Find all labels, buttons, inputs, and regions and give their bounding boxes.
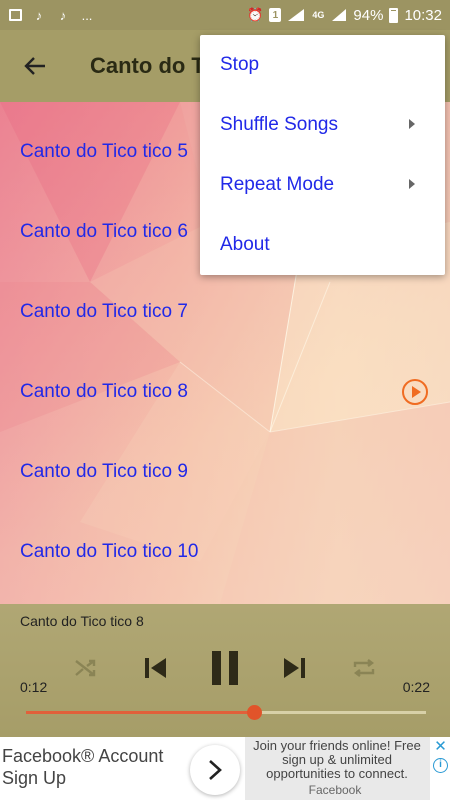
song-title: Canto do Tico tico 5 [20, 141, 188, 162]
shuffle-icon [75, 659, 96, 677]
seek-progress [26, 711, 254, 714]
menu-item-label: About [220, 234, 270, 255]
submenu-arrow-icon [409, 119, 415, 129]
now-playing-title: Canto do Tico tico 8 [20, 613, 144, 629]
network-type: 4G [312, 10, 325, 20]
menu-item-label: Stop [220, 54, 260, 75]
signal-icon [331, 7, 347, 23]
song-item[interactable]: Canto do Tico tico 10 [0, 512, 450, 592]
music-note-icon: ♪ [59, 7, 67, 23]
menu-item-label: Repeat Mode [220, 174, 335, 195]
song-title: Canto do Tico tico 6 [20, 221, 188, 242]
ad-open-button[interactable] [190, 745, 240, 795]
music-note-icon: ♪ [35, 7, 43, 23]
battery-icon [389, 7, 399, 23]
ad-brand: Facebook [308, 783, 362, 797]
ad-headline: Facebook® Account Sign Up [2, 746, 164, 788]
menu-item-label: Shuffle Songs [220, 114, 338, 135]
alarm-icon: ⏰ [247, 7, 264, 22]
song-item[interactable]: Canto do Tico tico 9 [0, 432, 450, 512]
repeat-icon [353, 659, 375, 677]
song-title: Canto do Tico tico 9 [20, 461, 188, 482]
skip-previous-icon [145, 658, 166, 678]
back-button[interactable] [0, 30, 70, 102]
ad-banner[interactable]: Facebook® Account Sign Up Join your frie… [0, 737, 450, 800]
song-item-playing[interactable]: Canto do Tico tico 8 [0, 352, 450, 432]
signal-icon [287, 7, 305, 23]
chevron-right-icon [209, 760, 222, 780]
player-panel: Canto do Tico tico 8 0:12 0:22 [0, 604, 450, 737]
image-icon [8, 7, 22, 23]
elapsed-time: 0:12 [20, 679, 48, 695]
seek-thumb[interactable] [247, 705, 262, 720]
menu-item-repeat-mode[interactable]: Repeat Mode [200, 155, 445, 215]
more-notifications-text: ... [81, 7, 93, 23]
seek-bar[interactable] [26, 705, 426, 720]
menu-item-stop[interactable]: Stop [200, 35, 445, 95]
song-title: Canto do Tico tico 7 [20, 301, 188, 322]
submenu-arrow-icon [409, 179, 415, 189]
arrow-left-icon [24, 57, 45, 75]
menu-item-shuffle-songs[interactable]: Shuffle Songs [200, 95, 445, 155]
pause-button[interactable] [205, 646, 245, 690]
battery-percent: 94% [353, 6, 384, 24]
total-duration: 0:22 [402, 679, 430, 695]
pause-icon [212, 651, 238, 685]
ad-body-area: Join your friends online! Free sign up &… [245, 737, 430, 800]
ad-headline-area: Facebook® Account Sign Up [0, 737, 188, 800]
next-button[interactable] [278, 650, 312, 686]
ad-close-icon[interactable]: ✕ [432, 738, 449, 755]
menu-item-about[interactable]: About [200, 215, 445, 275]
ad-info-icon[interactable]: i [433, 758, 448, 773]
shuffle-button[interactable] [70, 652, 102, 684]
status-bar: ♪ ♪ ... ⏰ 1 4G 94% 10:32 [0, 0, 450, 30]
previous-button[interactable] [138, 650, 172, 686]
repeat-button[interactable] [348, 652, 380, 684]
song-title: Canto do Tico tico 8 [20, 381, 188, 402]
clock: 10:32 [404, 6, 442, 24]
sim-badge: 1 [269, 8, 282, 22]
playback-controls [0, 644, 450, 694]
song-item[interactable]: Canto do Tico tico 7 [0, 272, 450, 352]
ad-body: Join your friends online! Free sign up &… [253, 738, 421, 781]
now-playing-icon [402, 379, 428, 405]
overflow-menu: Stop Shuffle Songs Repeat Mode About [200, 35, 445, 275]
song-title: Canto do Tico tico 10 [20, 541, 199, 562]
skip-next-icon [284, 658, 305, 678]
